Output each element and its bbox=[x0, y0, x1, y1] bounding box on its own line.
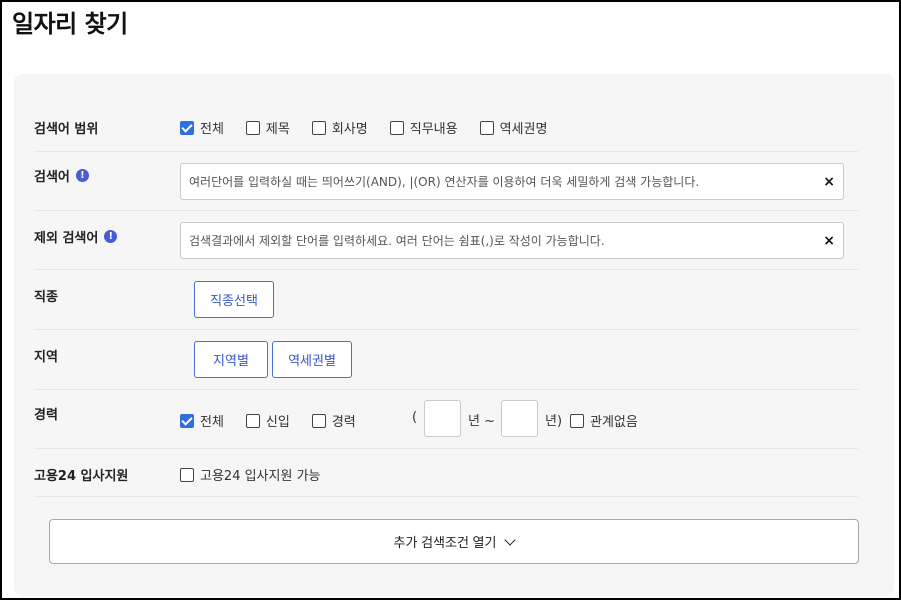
region-label: 지역 bbox=[34, 346, 58, 365]
page-title: 일자리 찾기 bbox=[12, 10, 128, 38]
checkbox-icon[interactable] bbox=[245, 120, 260, 135]
exclude-keyword-input[interactable] bbox=[189, 233, 824, 248]
scope-option-label: 직무내용 bbox=[409, 122, 458, 137]
scope-option-label: 전체 bbox=[200, 122, 224, 137]
career-label-text: 경력 bbox=[34, 408, 58, 423]
keyword-row: 검색어 ! × bbox=[34, 152, 858, 211]
career-option-label: 신입 bbox=[265, 415, 290, 430]
clear-icon[interactable]: × bbox=[823, 233, 835, 249]
checkbox-icon[interactable] bbox=[479, 120, 494, 135]
career-checkbox-experienced[interactable]: 경력 bbox=[311, 411, 356, 430]
checkbox-checked-icon[interactable] bbox=[180, 120, 194, 135]
info-icon[interactable]: ! bbox=[104, 230, 118, 243]
checkbox-icon[interactable] bbox=[180, 467, 194, 482]
checkbox-icon[interactable] bbox=[389, 120, 404, 135]
keyword-label: 검색어 ! bbox=[34, 166, 89, 185]
keyword-input[interactable] bbox=[189, 174, 824, 189]
region-row: 지역 지역별 역세권별 bbox=[34, 330, 858, 390]
scope-checkbox-title[interactable]: 제목 bbox=[245, 118, 290, 137]
scope-checkbox-company[interactable]: 회사명 bbox=[311, 118, 368, 137]
scope-option-label: 회사명 bbox=[331, 122, 368, 137]
goyong24-label: 고용24 입사지원 bbox=[34, 465, 128, 484]
career-option-label: 경력 bbox=[331, 415, 356, 430]
search-scope-row: 검색어 범위 전체 제목 회사명 직무내용 역세권명 bbox=[34, 100, 858, 152]
career-years-to-input[interactable] bbox=[501, 400, 538, 437]
exclude-keyword-row: 제외 검색어 ! × bbox=[34, 211, 858, 270]
chevron-down-icon bbox=[504, 533, 517, 546]
job-type-row: 직종 직종선택 bbox=[34, 270, 858, 330]
exclude-keyword-label-text: 제외 검색어 bbox=[34, 231, 99, 246]
job-type-select-button[interactable]: 직종선택 bbox=[194, 281, 274, 318]
career-label: 경력 bbox=[34, 404, 58, 423]
checkbox-checked-icon[interactable] bbox=[180, 413, 194, 428]
checkbox-icon[interactable] bbox=[245, 413, 260, 428]
region-by-station-button[interactable]: 역세권별 bbox=[272, 341, 352, 378]
more-conditions-button[interactable]: 추가 검색조건 열기 bbox=[49, 519, 859, 564]
exclude-keyword-field[interactable]: × bbox=[180, 222, 844, 259]
scope-checkbox-station[interactable]: 역세권명 bbox=[479, 118, 548, 137]
scope-option-label: 제목 bbox=[265, 122, 290, 137]
more-conditions-label: 추가 검색조건 열기 bbox=[393, 535, 497, 550]
career-option-label: 전체 bbox=[200, 415, 224, 430]
scope-option-label: 역세권명 bbox=[499, 122, 548, 137]
clear-icon[interactable]: × bbox=[823, 174, 835, 190]
career-checkbox-all[interactable]: 전체 bbox=[180, 411, 224, 430]
year-to-label: 년) bbox=[545, 414, 563, 429]
open-paren: ( bbox=[412, 410, 418, 425]
search-scope-label-text: 검색어 범위 bbox=[34, 122, 99, 137]
year-from-label: 년 ~ bbox=[468, 414, 495, 429]
goyong24-row: 고용24 입사지원 고용24 입사지원 가능 bbox=[34, 449, 858, 497]
career-no-matter-checkbox[interactable]: 관계없음 bbox=[570, 411, 638, 430]
search-scope-options: 전체 제목 회사명 직무내용 역세권명 bbox=[180, 118, 569, 137]
scope-checkbox-all[interactable]: 전체 bbox=[180, 118, 224, 137]
career-options: 전체 신입 경력 bbox=[180, 411, 378, 430]
checkbox-icon[interactable] bbox=[311, 413, 326, 428]
info-icon[interactable]: ! bbox=[75, 169, 89, 182]
scope-checkbox-duty[interactable]: 직무내용 bbox=[389, 118, 458, 137]
no-matter-label: 관계없음 bbox=[590, 415, 638, 430]
goyong24-options: 고용24 입사지원 가능 bbox=[180, 465, 343, 484]
job-type-label: 직종 bbox=[34, 286, 58, 305]
goyong24-option-label: 고용24 입사지원 가능 bbox=[200, 469, 321, 484]
region-by-area-button[interactable]: 지역별 bbox=[194, 341, 268, 378]
region-label-text: 지역 bbox=[34, 350, 58, 365]
search-scope-label: 검색어 범위 bbox=[34, 118, 98, 137]
career-row: 경력 전체 신입 경력 ( 년 ~ 년) 관계없음 bbox=[34, 390, 858, 449]
career-checkbox-new[interactable]: 신입 bbox=[245, 411, 290, 430]
checkbox-icon[interactable] bbox=[570, 413, 584, 428]
career-years-from-input[interactable] bbox=[424, 400, 461, 437]
goyong24-label-text: 고용24 입사지원 bbox=[34, 469, 129, 484]
checkbox-icon[interactable] bbox=[311, 120, 326, 135]
goyong24-checkbox[interactable]: 고용24 입사지원 가능 bbox=[180, 465, 321, 484]
keyword-label-text: 검색어 bbox=[34, 170, 70, 185]
exclude-keyword-label: 제외 검색어 ! bbox=[34, 227, 118, 246]
keyword-field[interactable]: × bbox=[180, 163, 844, 200]
job-type-label-text: 직종 bbox=[34, 290, 58, 305]
